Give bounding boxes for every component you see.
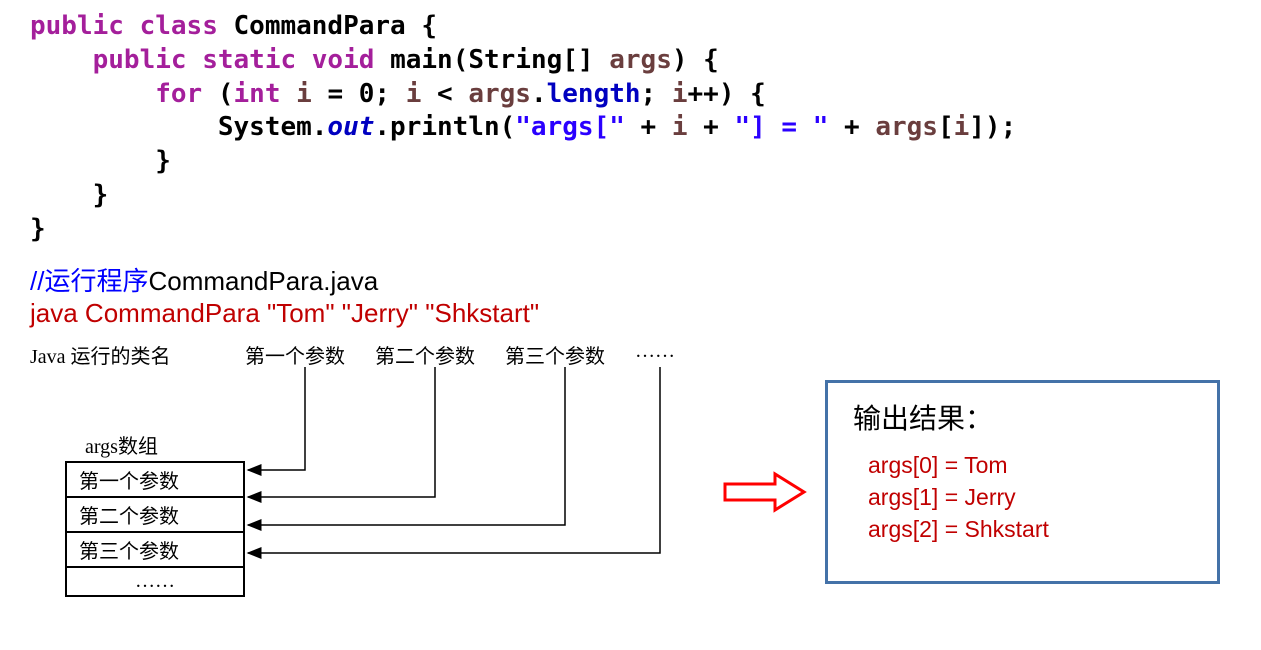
- comment-line: //运行程序CommandPara.java: [30, 265, 1231, 299]
- keyword-void: void: [312, 45, 375, 75]
- command-line: java CommandPara "Tom" "Jerry" "Shkstart…: [30, 298, 1231, 329]
- keyword-class: class: [140, 11, 218, 41]
- diagram-connectors: [30, 335, 740, 585]
- output-arrow-icon: [720, 470, 810, 519]
- java-code-block: public class CommandPara { public static…: [30, 10, 1231, 247]
- class-name: CommandPara: [234, 11, 406, 41]
- args-diagram: Java 运行的类名 第一个参数 第二个参数 第三个参数 …… args数组 第…: [30, 335, 740, 585]
- output-line-1: args[0] = Tom: [868, 449, 1192, 481]
- keyword-static: static: [202, 45, 296, 75]
- comment-prefix: //运行程序: [30, 266, 148, 296]
- keyword-for: for: [155, 79, 202, 109]
- keyword-public2: public: [93, 45, 187, 75]
- field-length: length: [547, 79, 641, 109]
- output-result-box: 输出结果： args[0] = Tom args[1] = Jerry args…: [825, 380, 1220, 584]
- output-line-3: args[2] = Shkstart: [868, 513, 1192, 545]
- keyword-public: public: [30, 11, 124, 41]
- arg-name: args: [609, 45, 672, 75]
- method-name: main: [390, 45, 453, 75]
- comment-filename: CommandPara.java: [148, 266, 378, 296]
- output-title: 输出结果：: [853, 397, 1192, 437]
- output-line-2: args[1] = Jerry: [868, 481, 1192, 513]
- keyword-int: int: [234, 79, 281, 109]
